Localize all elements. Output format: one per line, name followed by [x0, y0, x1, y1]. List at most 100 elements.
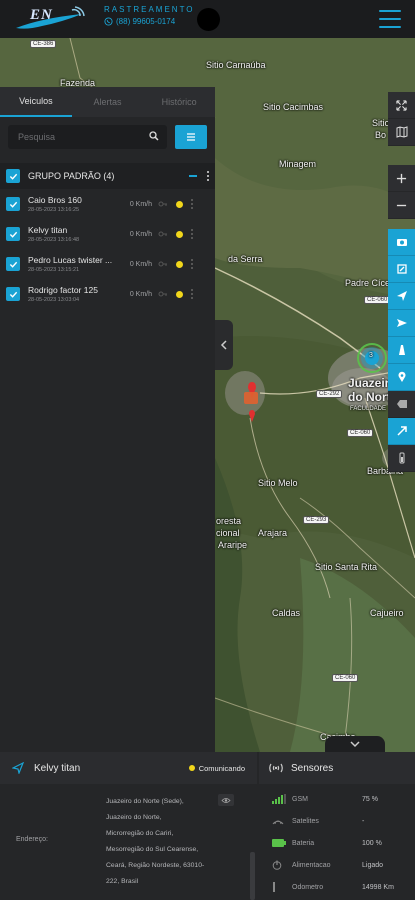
share-location-button[interactable] — [388, 418, 415, 445]
vehicle-more-icon[interactable] — [191, 229, 193, 239]
address-line: Mesorregião do Sul Cearense, — [106, 846, 199, 853]
vehicle-row[interactable]: Rodrigo factor 125 28-05-2023 13:03:04 0… — [0, 279, 215, 309]
map-label: Bo — [375, 130, 387, 140]
battery-button[interactable] — [388, 445, 415, 472]
navigate-button[interactable] — [388, 283, 415, 310]
sensors-header: Sensores — [259, 752, 415, 784]
group-checkbox[interactable] — [6, 169, 20, 183]
collapse-panel-button[interactable] — [215, 320, 233, 370]
location-button[interactable] — [388, 364, 415, 391]
vehicle-info: Kelvy titan 28-05-2023 13:16:48 — [28, 225, 116, 243]
group-header[interactable]: GRUPO PADRÃO (4) — [0, 163, 215, 189]
map-label: Caldas — [272, 608, 301, 618]
zoom-in-button[interactable] — [388, 165, 415, 192]
collapse-group-icon[interactable] — [189, 175, 197, 177]
key-icon — [158, 231, 167, 237]
odometer-icon — [273, 882, 275, 892]
vehicles-panel: Veiculos Alertas Histórico GRUPO PADRÃO … — [0, 87, 215, 752]
geofence-button[interactable] — [388, 256, 415, 283]
vehicle-date: 28-05-2023 13:16:25 — [28, 207, 80, 213]
vehicle-name: Kelvy titan — [28, 225, 68, 235]
minus-icon — [396, 204, 407, 206]
vehicle-row[interactable]: Caio Bros 160 28-05-2023 13:16:25 0 Km/h — [0, 189, 215, 219]
sensor-row-satellites: Satelites - — [272, 813, 412, 829]
street-view-button[interactable] — [388, 229, 415, 256]
chevron-left-icon — [220, 340, 227, 350]
contact-phone[interactable]: (88) 99605-0174 — [104, 17, 175, 26]
navigation-icon — [12, 762, 24, 774]
map-layers-button[interactable] — [388, 119, 415, 146]
vehicle-more-icon[interactable] — [191, 199, 193, 209]
key-icon — [158, 291, 167, 297]
vehicle-speed: 0 Km/h — [129, 290, 152, 298]
vehicle-name: Rodrigo factor 125 — [28, 285, 98, 295]
app-header: EN RASTREAMENTO (88) 99605-0174 — [0, 0, 415, 38]
map-toolbar-top — [388, 92, 415, 146]
zoom-controls — [388, 165, 415, 219]
vehicle-checkbox[interactable] — [6, 197, 20, 211]
hamburger-menu-button[interactable] — [379, 10, 401, 28]
show-address-button[interactable] — [218, 794, 234, 806]
battery-icon — [399, 452, 404, 464]
group-more-icon[interactable] — [207, 171, 209, 181]
vehicle-more-icon[interactable] — [191, 289, 193, 299]
map-tools — [388, 229, 415, 472]
send-button[interactable] — [388, 310, 415, 337]
tag-icon — [396, 400, 407, 408]
address-value: Juazeiro do Norte (Sede), Juazeiro do No… — [106, 794, 226, 890]
signal-bars-icon — [272, 794, 286, 804]
sensor-value: 14998 Km — [362, 883, 394, 891]
tab-alertas[interactable]: Alertas — [72, 87, 144, 117]
group-title: GRUPO PADRÃO (4) — [28, 171, 115, 181]
vehicle-speed: 0 Km/h — [129, 260, 152, 268]
list-view-button[interactable] — [175, 125, 207, 149]
location-pin-icon — [398, 371, 405, 382]
sensor-name: Satelites — [292, 817, 319, 825]
vehicle-info: Caio Bros 160 28-05-2023 13:16:25 — [28, 195, 116, 213]
vehicle-checkbox[interactable] — [6, 287, 20, 301]
fullscreen-button[interactable] — [388, 92, 415, 119]
scrollbar[interactable] — [250, 852, 255, 900]
road-shield: CE-293 — [303, 516, 330, 524]
label-toggle-button[interactable] — [388, 391, 415, 418]
map-label: da Serra — [228, 254, 263, 264]
road-shield: CE-060 — [347, 429, 374, 437]
sensor-value: Ligado — [362, 861, 384, 869]
road-shield: CE-386 — [30, 40, 57, 48]
power-icon — [272, 860, 282, 870]
sensors-title: Sensores — [291, 762, 334, 774]
app-root: EN RASTREAMENTO (88) 99605-0174 Fazenda … — [0, 0, 415, 900]
vehicle-row[interactable]: Kelvy titan 28-05-2023 13:16:48 0 Km/h — [0, 219, 215, 249]
vehicle-row[interactable]: Pedro Lucas twister ... 28-05-2023 13:15… — [0, 249, 215, 279]
address-line: 222, Brasil — [106, 878, 139, 885]
vehicle-speed: 0 Km/h — [129, 230, 152, 238]
search-row — [0, 117, 215, 157]
zoom-out-button[interactable] — [388, 192, 415, 219]
camera-icon — [396, 239, 407, 246]
map-label: Arajara — [258, 528, 288, 538]
expand-bottom-button[interactable] — [325, 736, 385, 752]
map-label: FACULDADE — [350, 406, 387, 412]
selected-vehicle-name: Kelvy titan — [34, 762, 81, 774]
eye-icon — [221, 797, 231, 803]
sensor-row-odometer: Odometro 14998 Km — [272, 879, 412, 895]
vehicle-speed: 0 Km/h — [129, 200, 152, 208]
vehicle-checkbox[interactable] — [6, 257, 20, 271]
status-dot — [176, 230, 183, 238]
search-box — [8, 125, 167, 149]
sensor-row-power: Alimentacao Ligado — [272, 857, 412, 873]
vehicle-more-icon[interactable] — [191, 259, 193, 269]
tab-historico[interactable]: Histórico — [143, 87, 215, 117]
vehicle-date: 28-05-2023 13:03:04 — [28, 297, 80, 303]
status-dot — [176, 290, 183, 298]
sensor-value: 100 % — [362, 839, 382, 847]
tab-veiculos[interactable]: Veiculos — [0, 87, 72, 117]
road-button[interactable] — [388, 337, 415, 364]
check-icon — [9, 201, 17, 208]
search-icon[interactable] — [149, 131, 159, 141]
search-input[interactable] — [8, 125, 167, 149]
cluster-count[interactable]: 3 — [369, 352, 373, 359]
vehicle-checkbox[interactable] — [6, 227, 20, 241]
key-icon — [158, 201, 167, 207]
road-shield: CE-292 — [316, 390, 343, 398]
